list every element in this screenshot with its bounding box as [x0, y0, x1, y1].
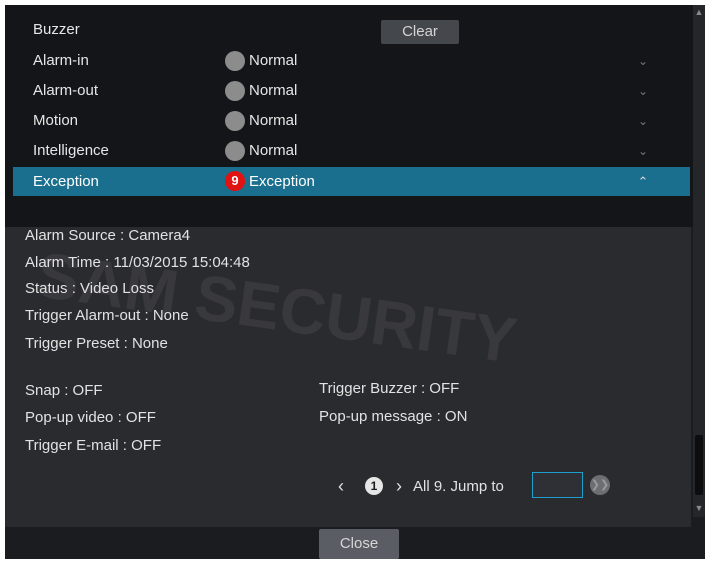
- chevron-down-icon[interactable]: ⌄: [633, 51, 653, 71]
- exception-details-panel: [5, 227, 691, 527]
- prev-page-button[interactable]: ‹: [338, 475, 344, 497]
- alarm-row-alarm-out[interactable]: Alarm-out Normal ⌄: [13, 76, 690, 105]
- alarm-row-alarm-in[interactable]: Alarm-in Normal ⌄: [13, 46, 690, 75]
- page-summary: All 9. Jump to: [413, 478, 504, 495]
- trigger-alarm-out: Trigger Alarm-out : None: [25, 307, 189, 324]
- alarm-row-buzzer: Buzzer: [13, 15, 690, 44]
- trigger-preset: Trigger Preset : None: [25, 335, 168, 352]
- jump-go-button[interactable]: ❯❯: [590, 475, 610, 495]
- jump-page-input[interactable]: [532, 472, 583, 498]
- alarm-dialog: Buzzer Clear Alarm-in Normal ⌄ Alarm-out…: [5, 5, 705, 559]
- row-label: Alarm-out: [33, 82, 99, 99]
- alarm-count-badge: 9: [225, 171, 245, 191]
- row-label: Motion: [33, 112, 79, 129]
- vertical-scrollbar[interactable]: ▲ ▼: [693, 5, 705, 517]
- row-status: Normal: [249, 52, 298, 69]
- alarm-status: Status : Video Loss: [25, 280, 154, 297]
- alarm-category-list: Buzzer Clear Alarm-in Normal ⌄ Alarm-out…: [5, 5, 705, 227]
- alarm-row-motion[interactable]: Motion Normal ⌄: [13, 106, 690, 135]
- row-status: Normal: [249, 112, 298, 129]
- current-page-indicator[interactable]: 1: [365, 477, 383, 495]
- row-label: Exception: [33, 173, 99, 190]
- scroll-down-icon[interactable]: ▼: [693, 501, 705, 515]
- popup-message-setting: Pop-up message : ON: [319, 408, 468, 425]
- row-label: Alarm-in: [33, 52, 89, 69]
- row-label: Intelligence: [33, 142, 109, 159]
- scroll-up-icon[interactable]: ▲: [693, 5, 705, 19]
- chevron-down-icon[interactable]: ⌄: [633, 111, 653, 131]
- clear-button[interactable]: Clear: [381, 20, 459, 44]
- status-indicator-icon: [225, 81, 245, 101]
- snap-setting: Snap : OFF: [25, 382, 103, 399]
- chevron-up-icon[interactable]: ⌃: [633, 172, 653, 192]
- chevron-down-icon[interactable]: ⌄: [633, 141, 653, 161]
- alarm-row-intelligence[interactable]: Intelligence Normal ⌄: [13, 136, 690, 165]
- row-status: Exception: [249, 173, 315, 190]
- close-button[interactable]: Close: [319, 529, 399, 559]
- status-indicator-icon: [225, 111, 245, 131]
- alarm-time: Alarm Time : 11/03/2015 15:04:48: [25, 254, 250, 271]
- status-indicator-icon: [225, 51, 245, 71]
- status-indicator-icon: [225, 141, 245, 161]
- trigger-email-setting: Trigger E-mail : OFF: [25, 437, 162, 454]
- alarm-row-exception[interactable]: Exception 9 Exception ⌃: [13, 167, 690, 196]
- row-status: Normal: [249, 82, 298, 99]
- alarm-source: Alarm Source : Camera4: [25, 227, 191, 244]
- popup-video-setting: Pop-up video : OFF: [25, 409, 156, 426]
- scrollbar-thumb[interactable]: [695, 435, 703, 495]
- chevron-down-icon[interactable]: ⌄: [633, 81, 653, 101]
- row-status: Normal: [249, 142, 298, 159]
- next-page-button[interactable]: ›: [396, 475, 402, 497]
- row-label: Buzzer: [33, 21, 80, 38]
- trigger-buzzer-setting: Trigger Buzzer : OFF: [319, 380, 460, 397]
